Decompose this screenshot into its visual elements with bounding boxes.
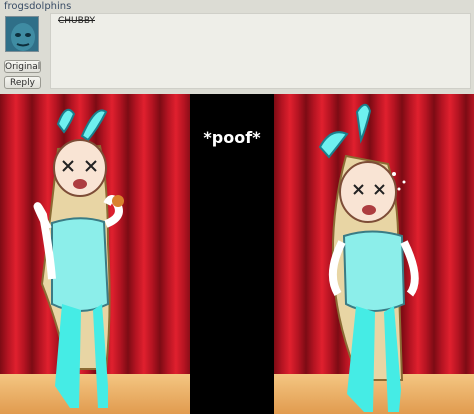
comic-panel-middle: *poof*: [190, 94, 274, 414]
comment-panel: frogsdolphins Original Reply CHUBBY: [0, 0, 474, 94]
comic-panel-right: [274, 94, 474, 414]
username[interactable]: frogsdolphins: [4, 1, 71, 12]
comment-text: CHUBBY: [58, 16, 95, 26]
character-figure-icon: [33, 108, 124, 408]
avatar[interactable]: [5, 16, 39, 52]
comic-panel-left: [0, 94, 190, 414]
character-figure-icon: [318, 103, 419, 412]
avatar-icon: [6, 17, 38, 51]
reply-button[interactable]: Reply: [4, 76, 41, 89]
comic-image: *poof*: [0, 94, 474, 414]
original-button[interactable]: Original: [4, 60, 41, 73]
comment-box: CHUBBY: [50, 13, 471, 89]
poof-caption: *poof*: [203, 128, 261, 147]
